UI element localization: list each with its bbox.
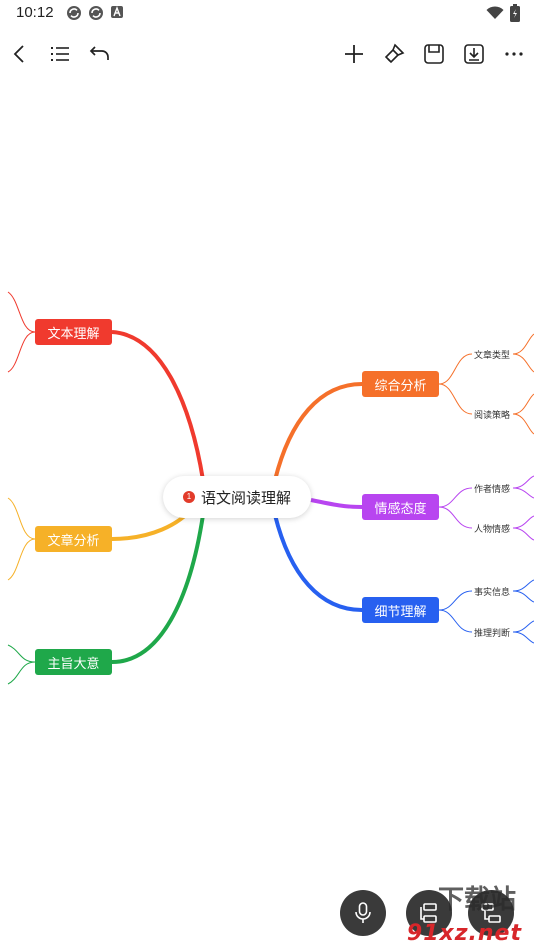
branch-node-emotion-attitude[interactable]: 情感态度 bbox=[362, 494, 439, 520]
watermark-url: 91xz.net bbox=[406, 921, 522, 946]
branch-node-comprehensive-analysis[interactable]: 综合分析 bbox=[362, 371, 439, 397]
watermark-brand: 下载站 bbox=[437, 885, 516, 915]
root-badge: 1 bbox=[182, 491, 195, 503]
leaf-node[interactable]: 推理判断 bbox=[474, 626, 510, 639]
branch-node-article-analysis[interactable]: 文章分析 bbox=[35, 526, 112, 552]
branch-label: 综合分析 bbox=[374, 378, 427, 394]
branch-label: 文本理解 bbox=[47, 326, 100, 342]
leaf-node[interactable]: 阅读策略 bbox=[474, 408, 510, 421]
branch-label: 文章分析 bbox=[47, 533, 100, 549]
leaf-node[interactable]: 文章类型 bbox=[474, 348, 510, 361]
branch-label: 细节理解 bbox=[374, 604, 427, 620]
branch-node-detail-understanding[interactable]: 细节理解 bbox=[362, 597, 439, 623]
branch-label: 主旨大意 bbox=[47, 656, 100, 672]
watermark: 下载站 91xz.net bbox=[360, 885, 530, 950]
leaf-node[interactable]: 人物情感 bbox=[474, 522, 510, 535]
root-node[interactable]: 1 语文阅读理解 bbox=[163, 476, 311, 518]
branch-node-main-idea[interactable]: 主旨大意 bbox=[35, 649, 112, 675]
mindmap-canvas bbox=[7, 291, 534, 685]
leaf-node[interactable]: 作者情感 bbox=[474, 482, 510, 495]
root-label: 语文阅读理解 bbox=[200, 488, 291, 507]
leaf-node[interactable]: 事实信息 bbox=[474, 585, 510, 598]
branch-label: 情感态度 bbox=[374, 501, 427, 517]
branch-node-text-understanding[interactable]: 文本理解 bbox=[35, 319, 112, 345]
